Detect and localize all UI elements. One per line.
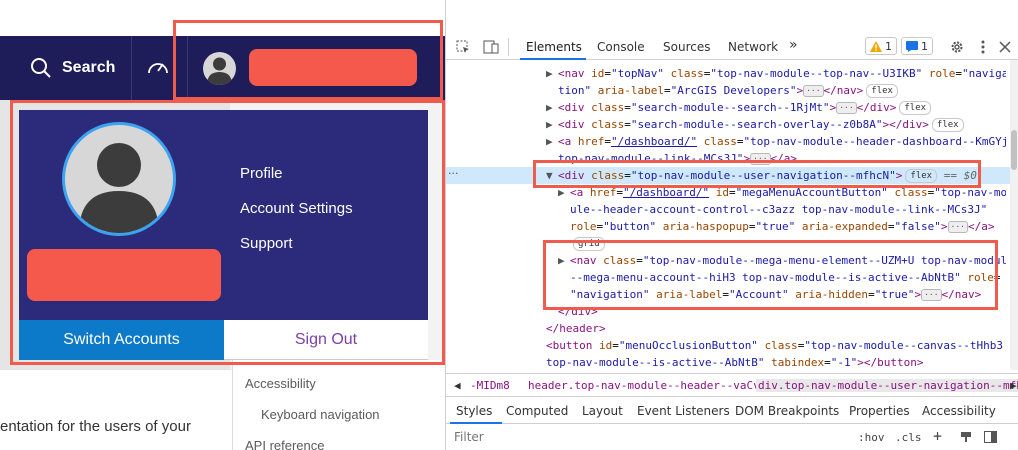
settings-gear-icon[interactable] [948,38,966,56]
annotation-box-mega-menu-node [543,240,998,310]
subtab-styles[interactable]: Styles [456,404,492,418]
dom-breadcrumb-bar: ◀ -MIDm8 header.top-nav-module--header--… [446,373,1018,397]
annotation-box-mega-menu [10,100,445,365]
website-viewport: Search entation for the users of your Ac… [0,0,445,450]
close-icon[interactable] [996,38,1014,56]
dom-line[interactable]: ▶ <div class="search-module--search-overl… [446,116,1006,133]
styles-subtabs: Styles Computed Layout Event Listeners D… [446,398,1018,424]
subtab-layout[interactable]: Layout [582,404,623,418]
paint-brush-icon[interactable] [960,431,972,446]
styles-filter-input[interactable] [454,430,754,444]
breadcrumb-item-active[interactable]: div.top-nav-module--user-navigation--mfh… [756,379,1018,392]
class-toggle[interactable]: .cls [895,431,922,444]
dom-scrollbar-thumb[interactable] [1011,130,1017,170]
toolbar-divider [508,38,509,56]
nav-search-button[interactable]: Search [30,36,115,100]
sidebar-toggle-icon[interactable] [984,431,997,446]
dom-line[interactable]: top-nav-module--is-active--AbNtB" tabind… [446,354,1006,371]
dom-line[interactable]: role="button" aria-haspopup="true" aria-… [446,218,1006,235]
subtab-computed[interactable]: Computed [506,404,568,418]
dom-line[interactable]: ▶ <nav id="topNav" class="top-nav-module-… [446,65,1006,82]
breadcrumb-item[interactable]: header.top-nav-module--header--vaCva [528,379,766,392]
subtab-properties[interactable]: Properties [849,404,910,418]
dom-line[interactable]: ule--header-account-control--c3azz top-n… [446,201,1006,218]
breadcrumb-scroll-right-icon[interactable]: ▶ [1010,379,1017,392]
doc-content-area [0,370,232,450]
more-tabs-chevron-icon[interactable]: » [789,37,798,53]
warnings-badge[interactable]: 1 [865,37,897,55]
active-tab-indicator [520,58,586,60]
dom-line[interactable]: ▶ <a href="/dashboard/" class="top-nav-mo… [446,133,1006,150]
nav-search-label: Search [62,59,116,76]
annotation-box-user-nav-node [533,160,981,188]
messages-count: 1 [921,39,928,53]
tab-network[interactable]: Network [728,40,778,54]
hover-state-toggle[interactable]: :hov [858,431,885,444]
active-subtab-indicator [450,422,502,424]
dom-line[interactable]: <button id="menuOcclusionButton" class="… [446,337,1006,354]
dom-line[interactable]: </header> [446,320,1006,337]
sidebar-link-accessibility[interactable]: Accessibility [245,376,316,391]
dom-line[interactable]: ▶ <div class="search-module--search--1RjM… [446,99,1006,116]
breadcrumb-item[interactable]: -MIDm8 [470,379,510,392]
search-icon [31,58,51,78]
dom-line[interactable]: tion" aria-label="ArcGIS Developers"> ···… [446,82,1006,99]
tab-elements[interactable]: Elements [526,40,582,54]
warning-icon [870,40,882,52]
tab-console[interactable]: Console [597,40,645,54]
doc-body-text: entation for the users of your [0,418,191,435]
dashboard-gauge-icon[interactable] [146,56,170,80]
nav-divider [131,36,132,100]
subtab-accessibility[interactable]: Accessibility [922,404,996,418]
message-icon [906,40,918,52]
tab-sources[interactable]: Sources [663,40,710,54]
doc-sidebar-area [232,360,445,450]
new-style-rule-plus-icon[interactable]: + [933,427,942,445]
breadcrumb-scroll-left-icon[interactable]: ◀ [454,379,461,392]
messages-badge[interactable]: 1 [901,37,933,55]
more-options-icon[interactable] [974,38,992,56]
subtab-dom-breakpoints[interactable]: DOM Breakpoints [735,404,839,418]
sidebar-link-keyboard-navigation[interactable]: Keyboard navigation [261,407,380,422]
warnings-count: 1 [885,39,892,53]
devtools-panel: Elements Console Sources Network » 1 1 ·… [445,0,1018,450]
device-toolbar-icon[interactable] [482,38,500,56]
dom-scrollbar[interactable] [1010,60,1018,370]
sidebar-link-api-reference[interactable]: API reference [245,438,325,450]
subtab-event-listeners[interactable]: Event Listeners [637,404,730,418]
inspect-element-icon[interactable] [454,38,472,56]
annotation-box-user-nav [173,20,443,100]
